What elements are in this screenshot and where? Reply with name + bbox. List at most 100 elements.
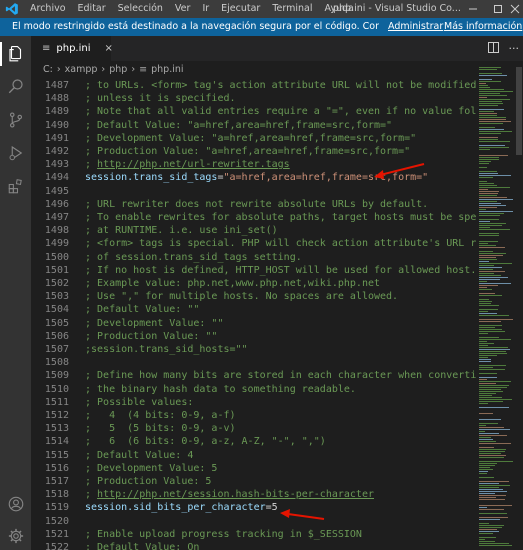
menu-ver[interactable]: Ver [169,0,197,18]
source-control-icon[interactable] [0,106,31,134]
doc-link[interactable]: http://php.net/session.hash-bits-per-cha… [97,489,374,500]
minimap-line [479,449,506,450]
run-debug-icon[interactable] [0,139,31,167]
code-line[interactable]: 1516 ; Development Value: 5 [31,462,477,475]
code-line[interactable]: 1496 ; URL rewriter does not rewrite abso… [31,198,477,211]
minimize-icon[interactable] [460,0,486,18]
more-actions-icon[interactable]: ··· [509,42,520,55]
minimap-line [479,89,504,90]
restricted-mode-banner: El modo restringido está destinado a la … [0,18,523,36]
code-line[interactable]: 1505 ; Development Value: "" [31,317,477,330]
minimap-line [479,495,506,496]
scrollbar-thumb[interactable] [516,67,522,155]
code-line[interactable]: 1504 ; Default Value: "" [31,303,477,316]
comment-text: ; To enable rewrites for absolute paths,… [85,212,477,223]
minimap-line [479,157,499,158]
minimap-line [479,163,489,164]
code-line[interactable]: 1490 ; Default Value: "a=href,area=href,f… [31,119,477,132]
line-number: 1505 [44,317,69,329]
account-icon[interactable] [0,490,31,518]
code-line[interactable]: 1501 ; If no host is defined, HTTP_HOST w… [31,264,477,277]
comment-text: ; Enable upload progress tracking in $_S… [85,528,362,540]
minimap-line [479,395,492,396]
code-line[interactable]: 1514 ; 6 (6 bits: 0-9, a-z, A-Z, "-", ","… [31,435,477,448]
minimap-line [479,533,493,534]
minimap-line [479,467,490,468]
manage-link[interactable]: Administrar [388,18,443,36]
settings-gear-icon[interactable] [0,522,31,550]
minimap-line [479,387,507,388]
code-line[interactable]: 1487 ; to URLs. <form> tag's action attri… [31,79,477,92]
explorer-icon[interactable] [0,40,31,68]
code-line[interactable]: 1500 ; of session.trans_sid_tags setting. [31,251,477,264]
minimap-line [479,105,498,106]
code-line[interactable]: 1497 ; To enable rewrites for absolute pa… [31,211,477,224]
minimap-line [479,281,487,282]
comment-text: ; at RUNTIME. i.e. use ini_set() [85,225,278,237]
comment-text: ; 5 (5 bits: 0-9, a-v) [85,423,236,435]
code-line[interactable]: 1499 ; <form> tags is special. PHP will c… [31,237,477,250]
menu-ejecutar[interactable]: Ejecutar [215,0,266,18]
minimap-line [479,209,486,210]
minimap-line [479,425,486,426]
code-line[interactable]: 1492 ; Production Value: "a=href,area=hre… [31,145,477,158]
menu-editar[interactable]: Editar [72,0,112,18]
breadcrumb-file[interactable]: php.ini [151,64,183,75]
minimap-line [479,499,505,500]
menu-archivo[interactable]: Archivo [24,0,72,18]
minimap[interactable] [477,61,515,550]
menu-terminal[interactable]: Terminal [266,0,318,18]
code-line[interactable]: 1489 ; Note that all valid entries requir… [31,105,477,118]
code-line[interactable]: 1510 ; the binary hash data to something … [31,383,477,396]
code-line[interactable]: 1518 ; http://php.net/session.hash-bits-p… [31,488,477,501]
breadcrumb-php[interactable]: php [109,64,127,75]
code-line[interactable]: 1520 [31,515,477,528]
code-line[interactable]: 1506 ; Production Value: "" [31,330,477,343]
breadcrumb-xampp[interactable]: xampp [65,64,98,75]
doc-link[interactable]: http://php.net/url-rewriter.tags [97,159,290,170]
minimap-line [479,305,499,306]
breadcrumb: C: › xampp › php › ≡ php.ini [31,61,483,77]
menu-ir[interactable]: Ir [196,0,215,18]
comment-text: ; URL rewriter does not rewrite absolute… [85,198,429,210]
code-line[interactable]: 1517 ; Production Value: 5 [31,475,477,488]
minimap-line [479,443,511,444]
breadcrumb-drive[interactable]: C: [43,64,53,75]
close-tab-icon[interactable]: × [105,43,113,54]
minimap-line [479,483,499,484]
minimap-line [479,73,502,74]
minimap-line [479,543,509,544]
extensions-icon[interactable] [0,172,31,200]
line-number: 1512 [44,410,69,421]
code-line[interactable]: 1503 ; Use "," for multiple hosts. No spa… [31,290,477,303]
search-icon[interactable] [0,72,31,100]
code-line[interactable]: 1522 ; Default Value: On [31,541,477,550]
code-line[interactable]: 1488 ; unless it is specified. [31,92,477,105]
code-line[interactable]: 1508 [31,356,477,369]
code-line[interactable]: 1495 [31,185,477,198]
code-line[interactable]: 1521 ; Enable upload progress tracking in… [31,528,477,541]
vertical-scrollbar[interactable] [515,61,523,550]
minimap-line [479,103,503,104]
code-line[interactable]: 1507 ;session.trans_sid_hosts="" [31,343,477,356]
minimap-line [479,439,493,440]
code-line[interactable]: 1509 ; Define how many bits are stored in… [31,369,477,382]
code-line[interactable]: 1513 ; 5 (5 bits: 0-9, a-v) [31,422,477,435]
code-line[interactable]: 1515 ; Default Value: 4 [31,449,477,462]
split-editor-icon[interactable] [487,41,499,56]
code-line[interactable]: 1502 ; Example value: php.net,www.php.net… [31,277,477,290]
minimap-line [479,357,488,358]
code-line[interactable]: 1512 ; 4 (4 bits: 0-9, a-f) [31,409,477,422]
menu-seleccion[interactable]: Selección [112,0,169,18]
code-line[interactable]: 1491 ; Development Value: "a=href,area=hr… [31,132,477,145]
tab-php-ini[interactable]: ≡ php.ini × [31,36,113,61]
code-line[interactable]: 1511 ; Possible values: [31,396,477,409]
code-line[interactable]: 1519 session.sid_bits_per_character=5 [31,501,477,514]
code-editor[interactable]: 1487 ; to URLs. <form> tag's action attri… [31,77,477,550]
minimap-line [479,469,493,470]
code-line[interactable]: 1498 ; at RUNTIME. i.e. use ini_set() [31,224,477,237]
minimap-line [479,473,487,474]
more-info-link[interactable]: Más información [444,18,522,36]
minimap-line [479,401,503,402]
close-window-icon[interactable] [507,0,523,18]
